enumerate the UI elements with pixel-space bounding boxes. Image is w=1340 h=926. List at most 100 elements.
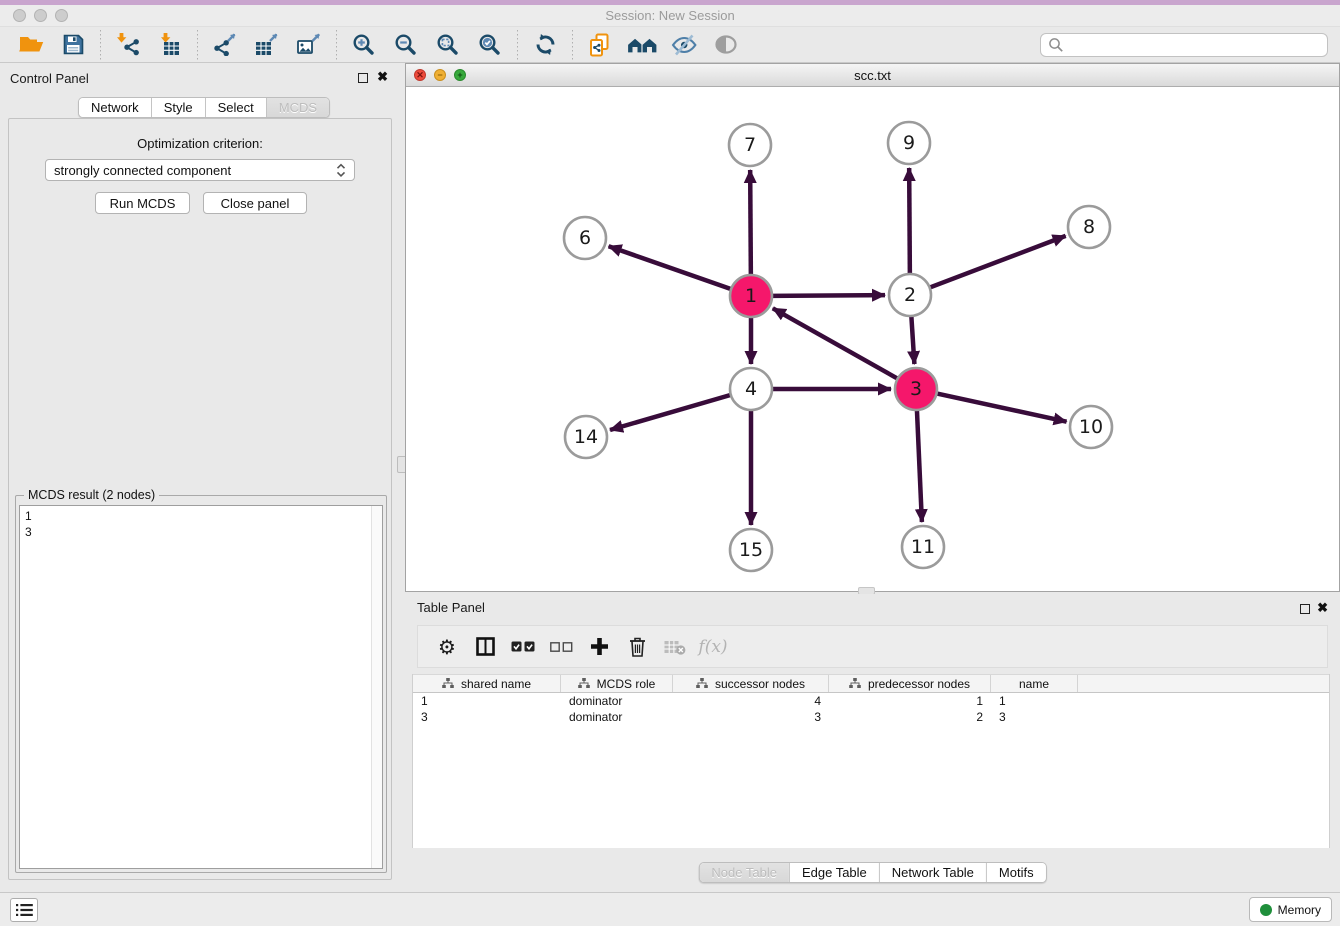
graph-node-15[interactable]: 15	[730, 529, 772, 571]
cell-successor-nodes[interactable]: 3	[673, 710, 829, 724]
open-session-button[interactable]	[16, 30, 46, 60]
graph-node-8[interactable]: 8	[1068, 206, 1110, 248]
tab-style[interactable]: Style	[151, 98, 205, 117]
tab-network[interactable]: Network	[79, 98, 151, 117]
network-window-title: scc.txt	[406, 68, 1339, 83]
graph-edge-1-6[interactable]	[609, 246, 732, 289]
folder-open-icon	[19, 34, 44, 55]
zoom-selected-icon	[478, 33, 502, 57]
column-header-successor-nodes[interactable]: successor nodes	[673, 675, 829, 692]
graph-edge-3-10[interactable]	[937, 393, 1067, 421]
graph-edge-3-1[interactable]	[773, 308, 898, 378]
import-table-button[interactable]	[155, 30, 185, 60]
deselect-all-columns-button[interactable]	[549, 633, 573, 661]
zoom-out-button[interactable]	[391, 30, 421, 60]
graph-edge-2-9[interactable]	[909, 168, 910, 274]
refresh-layout-button[interactable]	[530, 30, 560, 60]
select-all-columns-button[interactable]	[511, 633, 535, 661]
network-canvas[interactable]: 7 9 6 8 1 2 4 3 14 10 15 11	[406, 87, 1339, 591]
memory-button[interactable]: Memory	[1249, 897, 1332, 922]
table-settings-button[interactable]: ⚙	[435, 633, 459, 661]
graph-edge-1-7[interactable]	[750, 170, 751, 275]
close-table-panel-icon[interactable]: ✖	[1317, 600, 1328, 616]
cell-name[interactable]: 1	[991, 694, 1078, 708]
graph-node-7[interactable]: 7	[729, 124, 771, 166]
create-column-button[interactable]	[587, 633, 611, 661]
column-header-label: successor nodes	[715, 677, 805, 691]
graph-node-1[interactable]: 1	[730, 275, 772, 317]
eye-disabled-icon	[714, 34, 738, 55]
tab-select[interactable]: Select	[205, 98, 266, 117]
column-header-shared-name[interactable]: shared name	[413, 675, 561, 692]
column-visibility-button[interactable]	[473, 633, 497, 661]
table-row[interactable]: 1dominator411	[413, 693, 1329, 709]
import-table-icon	[158, 33, 183, 56]
cell-predecessor-nodes[interactable]: 1	[829, 694, 991, 708]
table-panel: Table Panel ✖ ⚙f(x) shared nameMCDS role…	[405, 594, 1340, 888]
import-network-button[interactable]	[113, 30, 143, 60]
table-toolbar: ⚙f(x)	[417, 625, 1328, 668]
graph-edge-3-11[interactable]	[917, 410, 922, 522]
criterion-dropdown[interactable]: strongly connected component	[45, 159, 355, 181]
clone-network-button[interactable]	[585, 30, 615, 60]
float-panel-icon[interactable]	[358, 73, 368, 83]
graph-node-2[interactable]: 2	[889, 274, 931, 316]
float-table-panel-icon[interactable]	[1300, 604, 1310, 614]
close-panel-button[interactable]: Close panel	[203, 192, 307, 214]
cell-MCDS-role[interactable]: dominator	[561, 694, 673, 708]
graph-edge-4-14[interactable]	[610, 395, 731, 430]
graph-edge-2-8[interactable]	[930, 236, 1066, 288]
zoom-in-button[interactable]	[349, 30, 379, 60]
column-header-MCDS-role[interactable]: MCDS role	[561, 675, 673, 692]
cell-shared-name[interactable]: 3	[413, 710, 561, 724]
hide-selected-button[interactable]	[669, 30, 699, 60]
sitemap-icon	[442, 678, 454, 689]
trash-icon	[629, 637, 646, 657]
tab-motifs[interactable]: Motifs	[986, 863, 1046, 882]
graph-node-9[interactable]: 9	[888, 122, 930, 164]
home-networks-button[interactable]	[627, 30, 657, 60]
search-input[interactable]	[1068, 35, 1327, 55]
search-box[interactable]	[1040, 33, 1328, 57]
tab-network-table[interactable]: Network Table	[879, 863, 986, 882]
column-header-predecessor-nodes[interactable]: predecessor nodes	[829, 675, 991, 692]
graph-node-11[interactable]: 11	[902, 526, 944, 568]
table-row[interactable]: 3dominator323	[413, 709, 1329, 725]
cell-shared-name[interactable]: 1	[413, 694, 561, 708]
toolbar-separator	[336, 30, 337, 60]
toolbar-separator	[572, 30, 573, 60]
show-hidden-button[interactable]	[711, 30, 741, 60]
graph-node-6[interactable]: 6	[564, 217, 606, 259]
close-panel-icon[interactable]: ✖	[377, 69, 388, 85]
delete-column-button[interactable]	[625, 633, 649, 661]
mcds-result-line: 3	[25, 524, 377, 540]
zoom-fit-icon	[436, 33, 460, 57]
tab-node-table[interactable]: Node Table	[699, 863, 789, 882]
save-session-button[interactable]	[58, 30, 88, 60]
cell-name[interactable]: 3	[991, 710, 1078, 724]
export-network-button[interactable]	[210, 30, 240, 60]
run-mcds-button[interactable]: Run MCDS	[95, 192, 190, 214]
zoom-fit-button[interactable]	[433, 30, 463, 60]
network-window-titlebar[interactable]: ✕ − + scc.txt	[406, 64, 1339, 87]
graph-node-label: 6	[579, 227, 591, 249]
task-history-button[interactable]	[10, 898, 38, 922]
graph-edge-1-2[interactable]	[772, 295, 885, 296]
export-image-button[interactable]	[294, 30, 324, 60]
zoom-selected-button[interactable]	[475, 30, 505, 60]
mcds-result-textarea[interactable]: 13	[19, 505, 383, 869]
cell-predecessor-nodes[interactable]: 2	[829, 710, 991, 724]
tab-edge-table[interactable]: Edge Table	[789, 863, 879, 882]
result-scrollbar[interactable]	[371, 506, 382, 868]
export-table-button[interactable]	[252, 30, 282, 60]
graph-node-10[interactable]: 10	[1070, 406, 1112, 448]
graph-node-label: 11	[911, 536, 935, 558]
tab-mcds[interactable]: MCDS	[266, 98, 329, 117]
graph-edge-2-3[interactable]	[911, 316, 914, 364]
graph-node-14[interactable]: 14	[565, 416, 607, 458]
cell-successor-nodes[interactable]: 4	[673, 694, 829, 708]
graph-node-3[interactable]: 3	[895, 368, 937, 410]
graph-node-4[interactable]: 4	[730, 368, 772, 410]
cell-MCDS-role[interactable]: dominator	[561, 710, 673, 724]
column-header-name[interactable]: name	[991, 675, 1078, 692]
